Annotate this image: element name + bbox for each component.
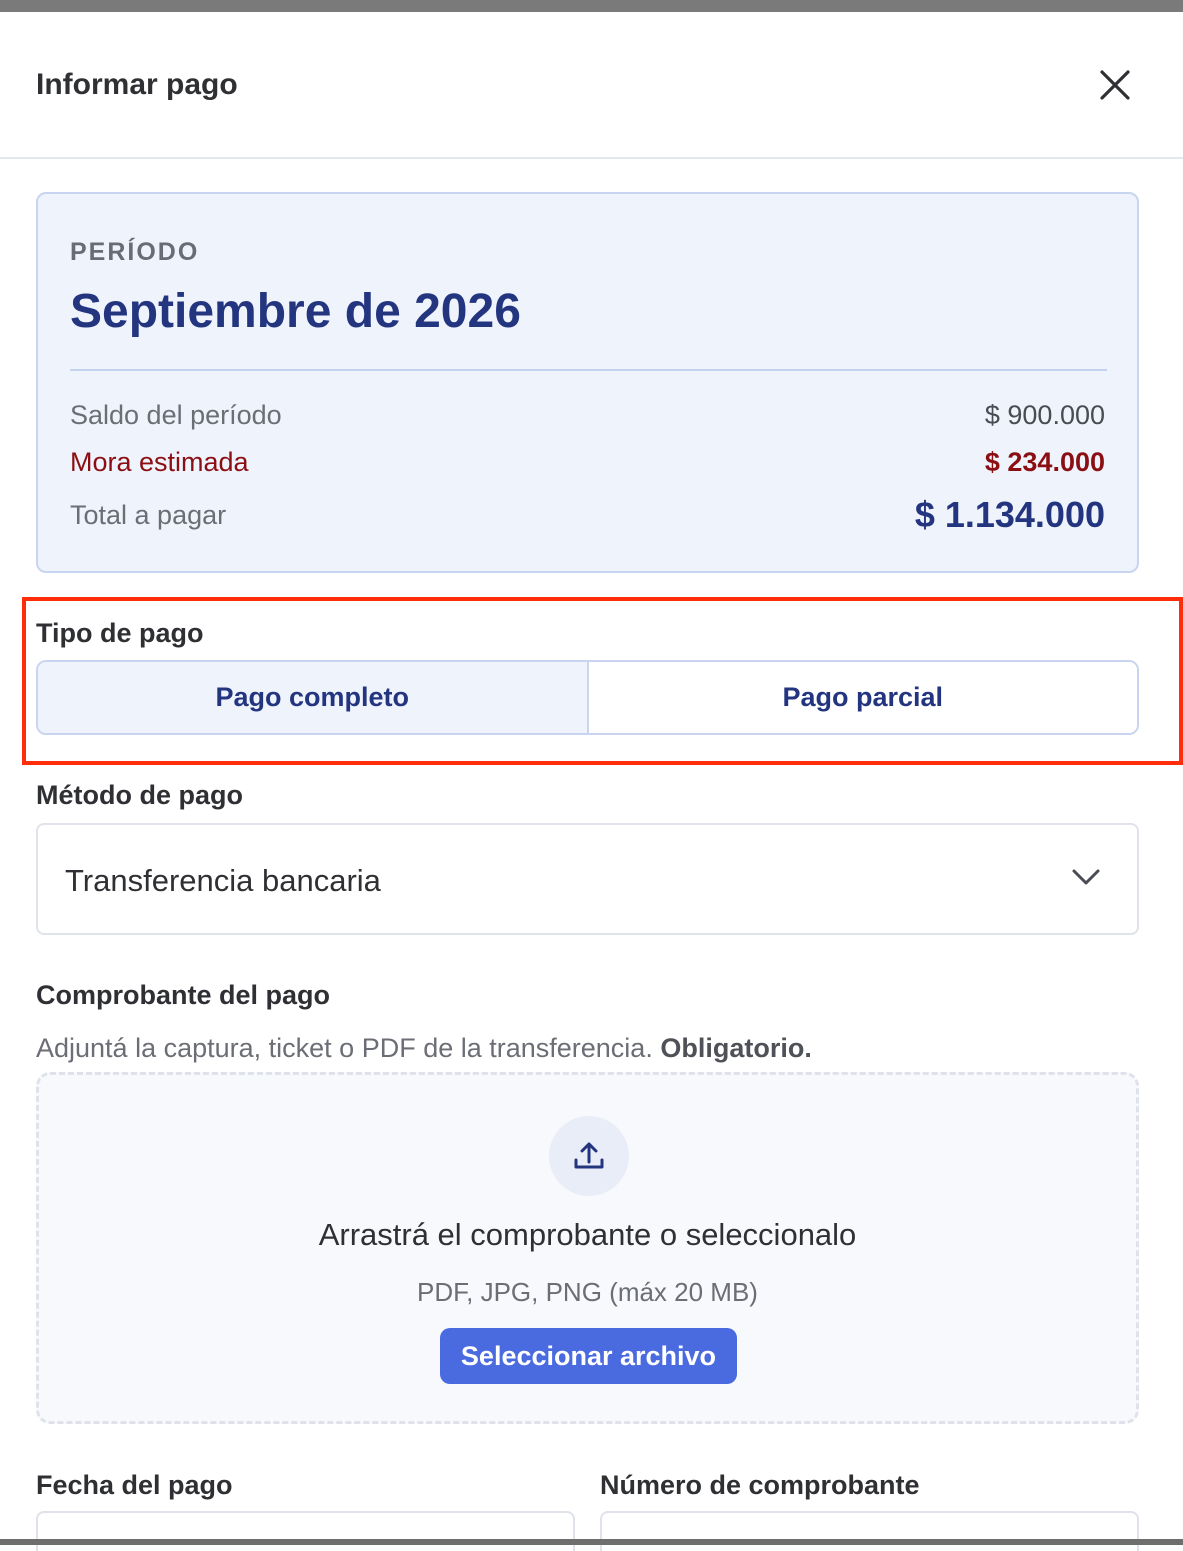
payment-type-label: Tipo de pago [36, 618, 204, 648]
payment-method-value: Transferencia bancaria [65, 863, 381, 898]
payment-type-full-option[interactable]: Pago completo [38, 662, 589, 733]
payment-type-toggle: Pago completo Pago parcial [36, 660, 1139, 735]
window-bottom-edge [0, 1539, 1183, 1545]
receipt-help-text: Adjuntá la captura, ticket o PDF de la t… [36, 1033, 812, 1064]
payment-date-input[interactable] [36, 1511, 575, 1551]
dropzone-file-types: PDF, JPG, PNG (máx 20 MB) [417, 1277, 758, 1307]
window-top-edge [0, 0, 1183, 12]
receipt-required-note: Obligatorio. [660, 1033, 812, 1063]
period-balance-value: $ 900.000 [984, 400, 1105, 430]
receipt-number-label: Número de comprobante [600, 1470, 920, 1500]
chevron-down-icon [1072, 869, 1100, 885]
period-summary-card: PERÍODO Septiembre de 2026 Saldo del per… [36, 192, 1139, 573]
upload-icon [574, 1142, 604, 1169]
late-fee-label: Mora estimada [70, 447, 249, 477]
upload-icon-badge [549, 1116, 629, 1196]
close-icon [1100, 70, 1130, 100]
summary-divider [70, 369, 1107, 371]
payment-type-partial-option[interactable]: Pago parcial [588, 662, 1137, 733]
dialog-title: Informar pago [36, 68, 238, 101]
close-button[interactable] [1092, 62, 1138, 108]
total-value: $ 1.134.000 [914, 494, 1105, 535]
payment-date-label: Fecha del pago [36, 1470, 233, 1500]
total-label: Total a pagar [70, 500, 227, 530]
period-label: PERÍODO [70, 238, 200, 266]
receipt-label: Comprobante del pago [36, 980, 331, 1010]
payment-method-select[interactable]: Transferencia bancaria [36, 823, 1139, 935]
dropzone-title: Arrastrá el comprobante o seleccionalo [318, 1217, 857, 1252]
select-file-button[interactable]: Seleccionar archivo [440, 1328, 737, 1384]
receipt-dropzone[interactable]: Arrastrá el comprobante o seleccionalo P… [36, 1072, 1139, 1424]
dialog-header: Informar pago [0, 12, 1183, 159]
payment-method-label: Método de pago [36, 780, 243, 810]
receipt-number-input[interactable] [600, 1511, 1139, 1551]
receipt-help-body: Adjuntá la captura, ticket o PDF de la t… [36, 1033, 653, 1063]
late-fee-value: $ 234.000 [984, 447, 1105, 477]
period-value: Septiembre de 2026 [70, 285, 521, 338]
period-balance-label: Saldo del período [70, 400, 282, 430]
